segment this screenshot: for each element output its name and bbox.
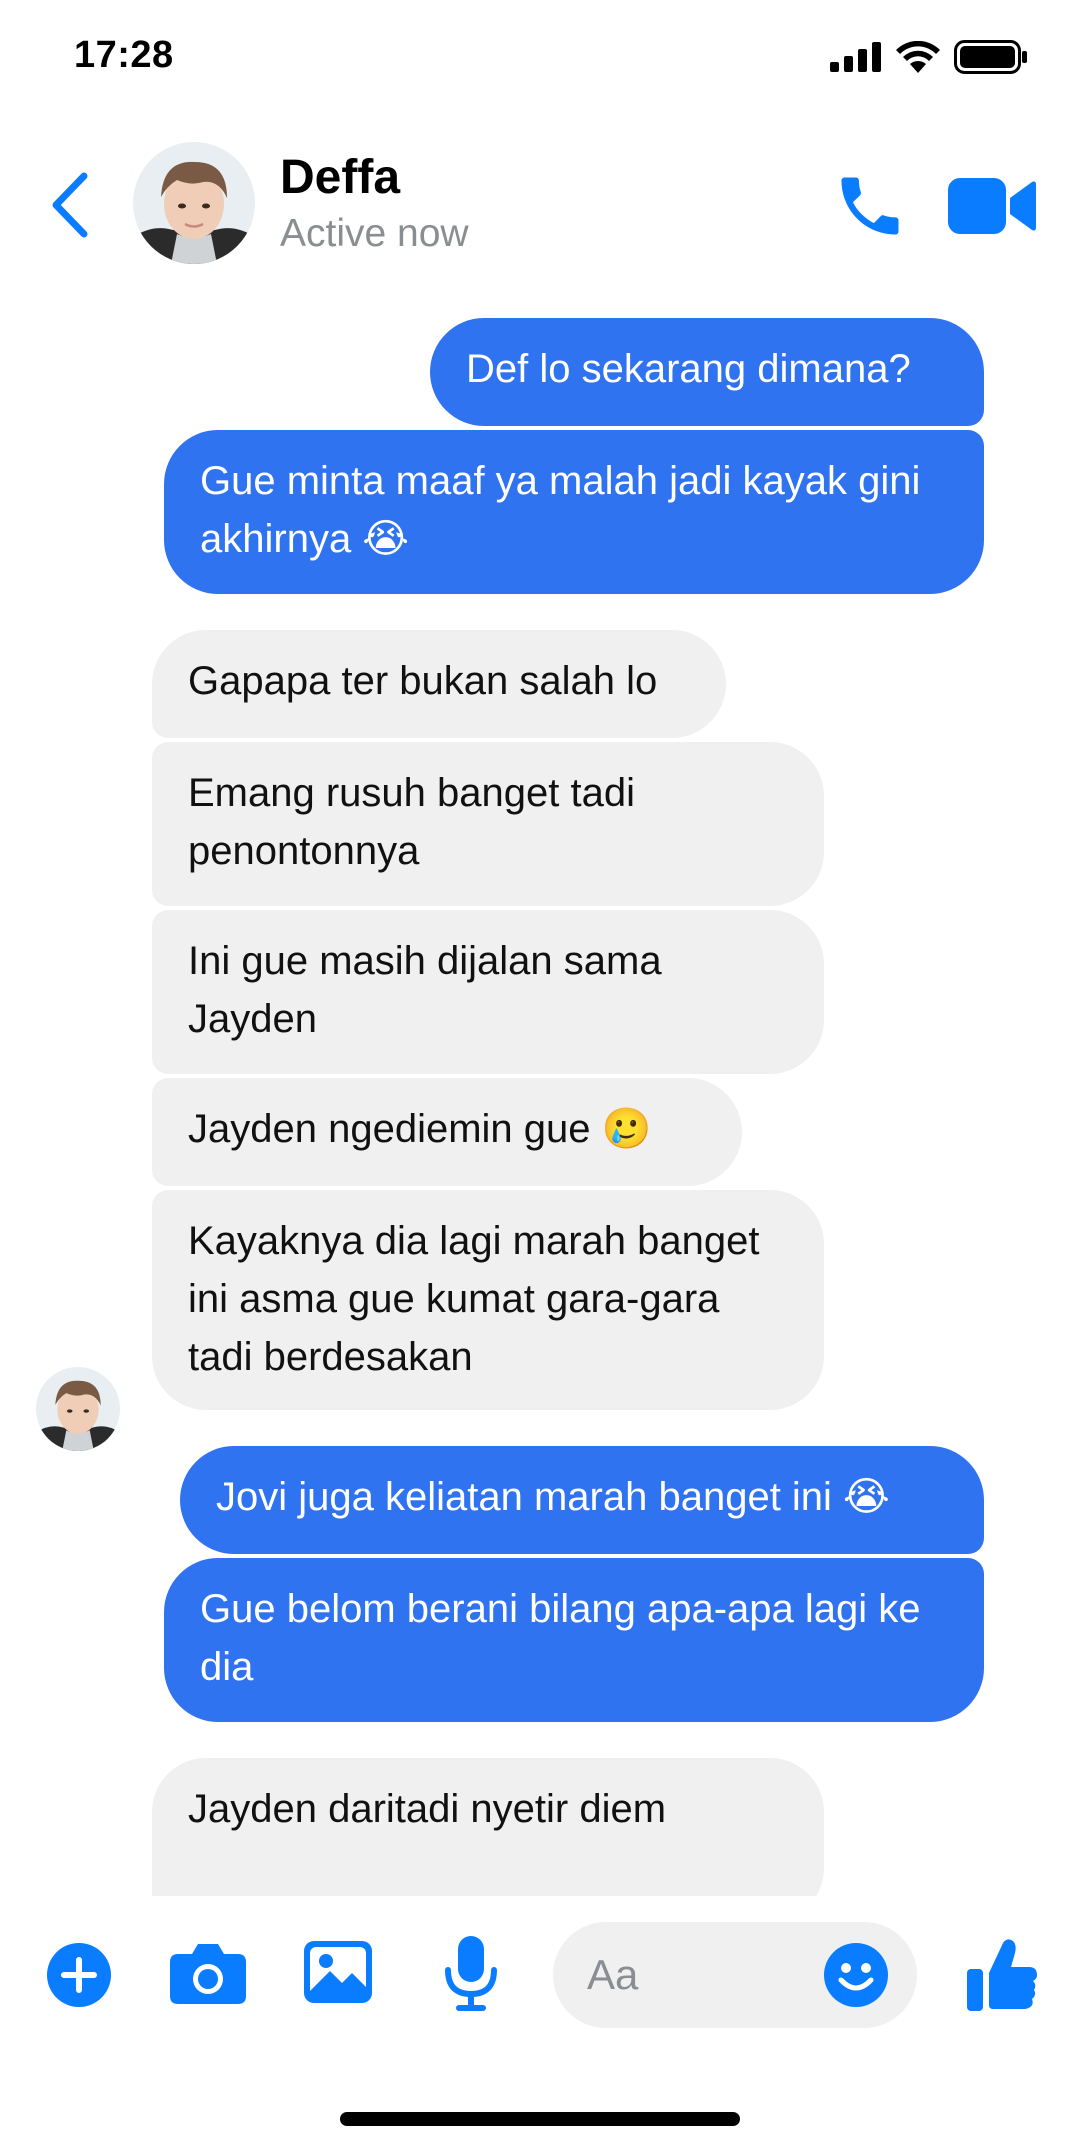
message-bubble-sent[interactable]: Gue belom berani bilang apa-apa lagi ke … (164, 1558, 984, 1722)
microphone-icon (445, 1936, 497, 2011)
camera-icon (170, 1944, 246, 2004)
message-bubble-received[interactable]: Jayden daritadi nyetir diem (152, 1758, 824, 1896)
message-text: Ini gue masih dijalan sama Jayden (188, 939, 662, 1041)
message-list[interactable]: Def lo sekarang dimana? Gue minta maaf y… (0, 280, 1080, 1896)
chat-header: Deffa Active now (0, 130, 1080, 280)
message-bubble-sent[interactable]: Gue minta maaf ya malah jadi kayak gini … (164, 430, 984, 594)
composer-bar (0, 1896, 1080, 2056)
back-chevron-icon (52, 172, 88, 238)
message-text: Jayden daritadi nyetir diem (188, 1787, 667, 1831)
message-text: Jayden ngediemin gue 🥲 (188, 1107, 652, 1151)
message-text: Jovi juga keliatan marah banget ini 😭 (216, 1475, 890, 1519)
message-bubble-received[interactable]: Kayaknya dia lagi marah banget ini asma … (152, 1190, 824, 1410)
like-button[interactable] (966, 1936, 1038, 2012)
contact-avatar-small[interactable] (36, 1367, 120, 1451)
home-indicator[interactable] (340, 2112, 740, 2126)
emoji-icon (824, 1943, 888, 2007)
message-text: Emang rusuh banget tadi penontonnya (188, 771, 635, 873)
voice-clip-button[interactable] (444, 1936, 498, 2012)
gallery-button[interactable] (304, 1940, 372, 2004)
phone-icon (841, 177, 899, 235)
video-call-button[interactable] (948, 176, 1036, 236)
message-text: Kayaknya dia lagi marah banget ini asma … (188, 1219, 760, 1379)
add-button[interactable] (46, 1942, 112, 2008)
contact-name[interactable]: Deffa (280, 150, 400, 205)
contact-avatar[interactable] (133, 142, 255, 264)
battery-icon (954, 40, 1027, 74)
signal-icon (830, 42, 881, 72)
message-bubble-received[interactable]: Emang rusuh banget tadi penontonnya (152, 742, 824, 906)
contact-status: Active now (280, 212, 469, 255)
status-bar: 17:28 (0, 0, 1080, 120)
message-bubble-received[interactable]: Ini gue masih dijalan sama Jayden (152, 910, 824, 1074)
video-camera-icon (948, 178, 1036, 234)
status-icons (830, 40, 1028, 74)
message-bubble-sent[interactable]: Jovi juga keliatan marah banget ini 😭 (180, 1446, 984, 1554)
status-time: 17:28 (74, 34, 174, 76)
thumbs-up-icon (967, 1939, 1037, 2011)
audio-call-button[interactable] (832, 168, 908, 244)
message-text: Def lo sekarang dimana? (466, 347, 911, 391)
back-button[interactable] (40, 165, 100, 245)
message-bubble-sent[interactable]: Def lo sekarang dimana? (430, 318, 984, 426)
message-bubble-received[interactable]: Gapapa ter bukan salah lo (152, 630, 726, 738)
message-text: Gapapa ter bukan salah lo (188, 659, 658, 703)
message-text: Gue belom berani bilang apa-apa lagi ke … (200, 1587, 921, 1689)
camera-button[interactable] (170, 1940, 246, 2006)
wifi-icon (896, 41, 940, 73)
message-input[interactable] (587, 1922, 817, 2028)
message-input-field[interactable] (553, 1922, 917, 2028)
message-bubble-received[interactable]: Jayden ngediemin gue 🥲 (152, 1078, 742, 1186)
message-text: Gue minta maaf ya malah jadi kayak gini … (200, 459, 921, 561)
plus-icon (47, 1943, 111, 2007)
emoji-button[interactable] (823, 1942, 889, 2008)
image-icon (304, 1941, 372, 2003)
